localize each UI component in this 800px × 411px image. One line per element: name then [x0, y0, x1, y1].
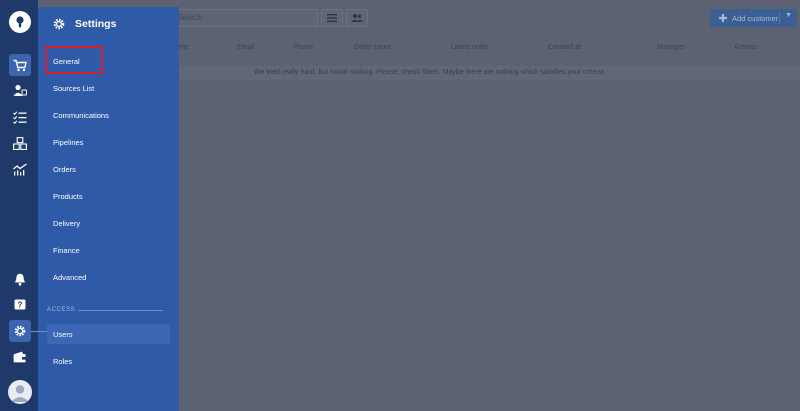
settings-item-products[interactable]: Products: [53, 192, 83, 201]
products-nav-button[interactable]: [9, 132, 31, 154]
settings-item-communications[interactable]: Communications: [53, 111, 109, 120]
help-nav-button[interactable]: ?: [9, 294, 31, 316]
list-view-button[interactable]: [321, 9, 343, 27]
column-header-email[interactable]: Email: [237, 44, 255, 51]
settings-item-roles[interactable]: Roles: [53, 357, 72, 366]
settings-item-finance[interactable]: Finance: [53, 246, 80, 255]
general-highlight-box: [45, 46, 103, 74]
tasks-nav-button[interactable]: [9, 106, 31, 128]
column-header-order-count[interactable]: Order count: [354, 44, 391, 51]
user-avatar-icon: [11, 385, 29, 402]
wallet-icon: [13, 351, 27, 363]
empty-state-message: We tried really hard, but found nothing.…: [254, 69, 605, 76]
settings-item-advanced[interactable]: Advanced: [53, 273, 86, 282]
customers-icon: [13, 84, 27, 96]
add-customer-label: Add customer: [732, 13, 779, 23]
users-icon: [351, 14, 363, 22]
empty-state-row: We tried really hard, but found nothing.…: [170, 66, 800, 80]
settings-item-pipelines[interactable]: Pipelines: [53, 138, 83, 147]
settings-nav-button[interactable]: [9, 320, 31, 342]
column-header-phone[interactable]: Phone: [293, 44, 313, 51]
plus-icon: ✚: [718, 12, 728, 25]
chevron-down-icon[interactable]: ▼: [785, 12, 792, 19]
customers-nav-button[interactable]: [9, 79, 31, 101]
table-header: Name Email Phone Order count Latest orde…: [170, 44, 800, 56]
group-filter-button[interactable]: [346, 9, 368, 27]
panel-title: Settings: [75, 18, 117, 30]
search-placeholder: Search: [177, 13, 203, 22]
settings-icon: [14, 325, 26, 337]
avatar[interactable]: [8, 380, 32, 404]
column-header-created-at[interactable]: Created at ↓: [548, 44, 586, 51]
settings-item-delivery[interactable]: Delivery: [53, 219, 80, 228]
svg-text:?: ?: [18, 301, 23, 310]
wallet-nav-button[interactable]: [9, 346, 31, 368]
settings-header: Settings: [53, 18, 116, 30]
sort-arrow-icon: ↓: [582, 44, 587, 51]
analytics-nav-button[interactable]: [9, 158, 31, 180]
column-header-created-at-label: Created at: [548, 44, 581, 51]
column-header-actions: Actions: [734, 44, 757, 51]
settings-item-orders[interactable]: Orders: [53, 165, 76, 174]
column-header-manager[interactable]: Manager: [657, 44, 685, 51]
settings-item-users[interactable]: Users: [53, 330, 73, 339]
boxes-icon: [13, 136, 27, 150]
button-divider: [779, 12, 780, 24]
logo-icon[interactable]: [9, 11, 31, 33]
notifications-nav-button[interactable]: [9, 268, 31, 290]
active-connector-line: [31, 331, 47, 332]
cart-icon: [13, 59, 27, 71]
add-customer-button[interactable]: ✚ Add customer ▼: [710, 9, 797, 27]
settings-gear-icon: [53, 18, 65, 30]
analytics-icon: [13, 162, 27, 175]
bell-icon: [15, 273, 25, 286]
access-divider: [78, 310, 163, 311]
search-input[interactable]: Search: [168, 9, 318, 27]
tasks-icon: [13, 110, 27, 124]
access-section-label: ACCESS: [47, 307, 76, 313]
column-header-latest-order[interactable]: Latest order: [451, 44, 488, 51]
settings-item-sources-list[interactable]: Sources List: [53, 84, 94, 93]
list-icon: [327, 14, 337, 22]
icon-rail: ?: [0, 0, 38, 411]
help-icon: ?: [14, 299, 26, 310]
orders-nav-button[interactable]: [9, 54, 31, 76]
